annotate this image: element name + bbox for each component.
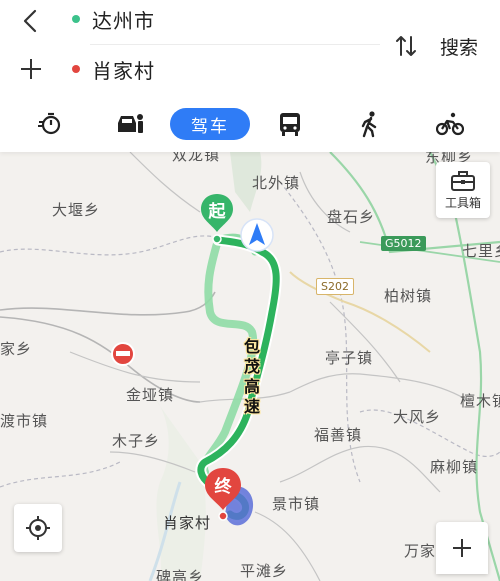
place-label: 柏树镇 [384, 287, 433, 305]
place-label: 双龙镇 [172, 152, 221, 164]
road-badge-s202: S202 [316, 278, 354, 295]
start-marker[interactable]: 起 [199, 192, 235, 244]
map-view[interactable]: 双龙镇 北外镇 东柳乡 大堰乡 盘石乡 七里乡 柏树镇 家乡 亭子镇 金垭镇 渡… [0, 152, 500, 581]
place-label: 金垭镇 [126, 386, 175, 404]
route-divider [90, 44, 380, 45]
bus-icon [280, 113, 300, 136]
place-label: 万家 [404, 542, 437, 560]
end-marker-label: 终 [214, 477, 232, 497]
back-button[interactable] [14, 4, 48, 38]
place-label: 景市镇 [272, 495, 321, 513]
destination-text: 肖家村 [92, 58, 155, 83]
toolbox-button[interactable]: 工具箱 [436, 162, 490, 218]
crosshair-icon [26, 516, 50, 540]
taxi-icon [38, 112, 61, 135]
locate-me-button[interactable] [14, 504, 62, 552]
add-waypoint-button[interactable] [14, 52, 48, 86]
walk-icon [361, 111, 377, 138]
destination-field[interactable]: 肖家村 [72, 51, 155, 87]
mode-ride-hailing[interactable] [110, 104, 150, 144]
current-location-arrow [238, 216, 276, 254]
search-button[interactable]: 搜索 [440, 28, 478, 64]
place-label: 七里乡 [462, 242, 500, 260]
place-label: 木子乡 [112, 432, 161, 450]
place-label: 盘石乡 [327, 208, 376, 226]
travel-mode-bar: 驾车 [0, 104, 500, 144]
origin-field[interactable]: 达州市 [72, 1, 155, 37]
mode-bus[interactable] [270, 104, 310, 144]
end-marker[interactable]: 终 [203, 466, 243, 522]
place-label: 大风乡 [393, 408, 442, 426]
plus-icon [453, 539, 471, 557]
place-label: 平滩乡 [240, 562, 289, 580]
route-panel: 达州市 肖家村 搜索 驾车 [0, 0, 500, 152]
place-label: 家乡 [0, 340, 33, 358]
mode-bike[interactable] [430, 104, 470, 144]
origin-text: 达州市 [92, 8, 155, 33]
toolbox-icon [451, 170, 475, 191]
place-label: 檀木镇 [460, 392, 500, 410]
place-label: 亭子镇 [325, 349, 374, 367]
zoom-in-button[interactable] [436, 522, 488, 574]
ride-hailing-icon [118, 114, 143, 133]
mode-walk[interactable] [350, 104, 390, 144]
mode-drive[interactable]: 驾车 [170, 108, 250, 140]
swap-route-button[interactable] [388, 28, 424, 64]
place-label: 麻柳镇 [430, 458, 479, 476]
chevron-left-icon [23, 9, 37, 33]
place-label: 大堰乡 [52, 201, 101, 219]
road-badge-g5012: G5012 [381, 236, 426, 251]
plus-icon [21, 59, 41, 79]
place-label: 碑高乡 [156, 568, 205, 581]
origin-dot [72, 15, 80, 23]
toolbox-label: 工具箱 [444, 195, 481, 210]
mode-taxi[interactable] [30, 104, 70, 144]
navigation-arrow-icon [240, 218, 274, 252]
swap-icon [396, 36, 416, 56]
start-marker-label: 起 [208, 202, 226, 222]
destination-dot [72, 65, 80, 73]
bike-icon [436, 112, 464, 136]
route-highway-label: 包茂高速 [243, 337, 260, 416]
place-label: 渡市镇 [0, 412, 49, 430]
place-label: 北外镇 [252, 174, 301, 192]
place-label: 福善镇 [314, 426, 363, 444]
